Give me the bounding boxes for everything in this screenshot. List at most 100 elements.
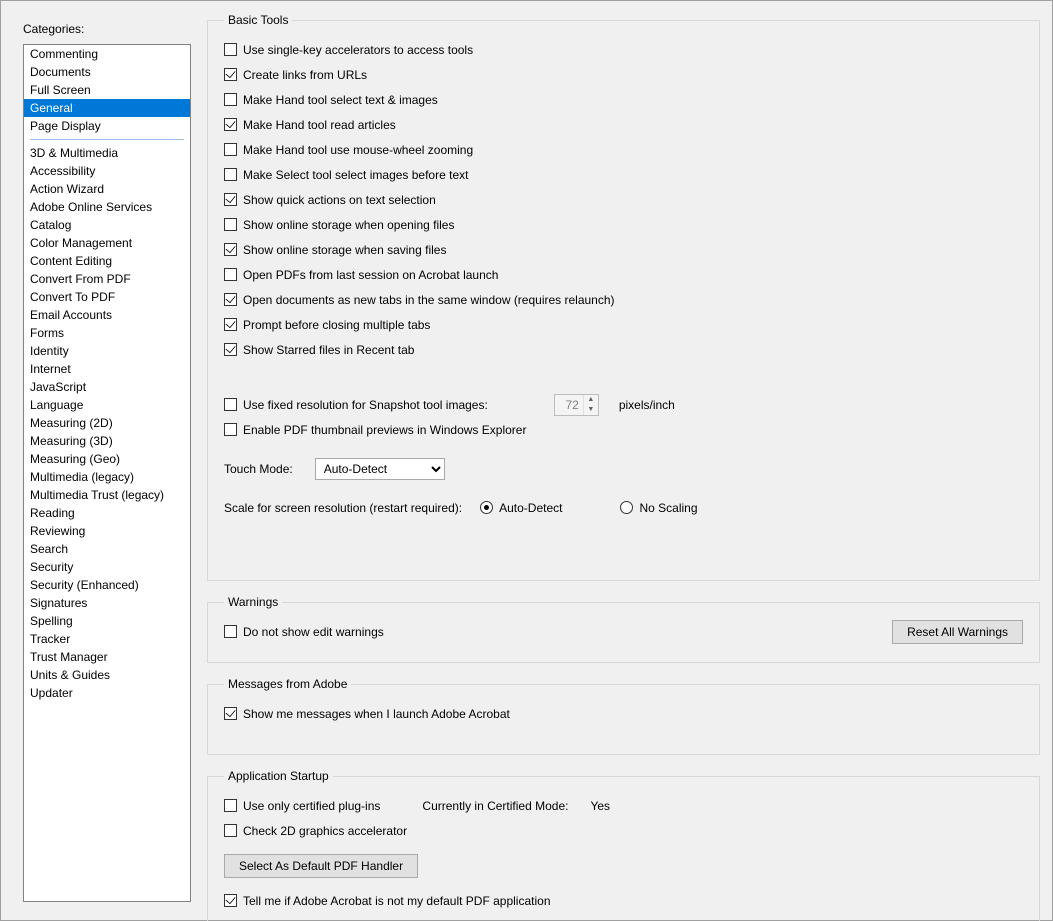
- category-item[interactable]: 3D & Multimedia: [24, 144, 190, 162]
- category-item[interactable]: Language: [24, 396, 190, 414]
- category-item[interactable]: Email Accounts: [24, 306, 190, 324]
- group-messages: Messages from Adobe Show me messages whe…: [207, 677, 1040, 755]
- category-item[interactable]: Reading: [24, 504, 190, 522]
- category-item[interactable]: Trust Manager: [24, 648, 190, 666]
- snapshot-unit-label: pixels/inch: [619, 398, 675, 412]
- category-item[interactable]: Security: [24, 558, 190, 576]
- single-key-label: Use single-key accelerators to access to…: [243, 43, 473, 57]
- category-item[interactable]: Measuring (Geo): [24, 450, 190, 468]
- spinner-down-icon[interactable]: ▼: [584, 405, 598, 415]
- tell-default-checkbox[interactable]: Tell me if Adobe Acrobat is not my defau…: [224, 894, 551, 908]
- prompt-close-checkbox[interactable]: Prompt before closing multiple tabs: [224, 318, 430, 332]
- quick-actions-checkbox[interactable]: Show quick actions on text selection: [224, 193, 436, 207]
- hide-edit-warnings-label: Do not show edit warnings: [243, 625, 384, 639]
- category-item[interactable]: Units & Guides: [24, 666, 190, 684]
- last-session-label: Open PDFs from last session on Acrobat l…: [243, 268, 498, 282]
- category-item[interactable]: Commenting: [24, 45, 190, 63]
- preferences-window: Categories: CommentingDocumentsFull Scre…: [0, 0, 1053, 921]
- links-urls-checkbox[interactable]: Create links from URLs: [224, 68, 367, 82]
- category-item[interactable]: Action Wizard: [24, 180, 190, 198]
- snapshot-resolution-checkbox[interactable]: Use fixed resolution for Snapshot tool i…: [224, 398, 488, 412]
- category-item[interactable]: Multimedia Trust (legacy): [24, 486, 190, 504]
- check-2d-accel-label: Check 2D graphics accelerator: [243, 824, 407, 838]
- select-img-label: Make Select tool select images before te…: [243, 168, 468, 182]
- category-item[interactable]: Page Display: [24, 117, 190, 135]
- legend-warnings: Warnings: [224, 595, 282, 609]
- show-messages-launch-label: Show me messages when I launch Adobe Acr…: [243, 707, 510, 721]
- group-warnings: Warnings Do not show edit warnings Reset…: [207, 595, 1040, 663]
- scale-auto-label: Auto-Detect: [499, 501, 562, 515]
- save-storage-label: Show online storage when saving files: [243, 243, 446, 257]
- scale-none-radio[interactable]: No Scaling: [620, 501, 697, 515]
- single-key-checkbox[interactable]: Use single-key accelerators to access to…: [224, 43, 473, 57]
- category-item[interactable]: Security (Enhanced): [24, 576, 190, 594]
- category-item[interactable]: Identity: [24, 342, 190, 360]
- category-item[interactable]: Accessibility: [24, 162, 190, 180]
- group-startup: Application Startup Use only certified p…: [207, 769, 1040, 921]
- open-storage-checkbox[interactable]: Show online storage when opening files: [224, 218, 454, 232]
- scale-auto-radio[interactable]: Auto-Detect: [480, 501, 562, 515]
- right-pane: Basic Tools Use single-key accelerators …: [207, 13, 1040, 908]
- category-item[interactable]: Spelling: [24, 612, 190, 630]
- snapshot-resolution-spinner[interactable]: ▲ ▼: [554, 394, 599, 416]
- scale-label: Scale for screen resolution (restart req…: [224, 501, 462, 515]
- certified-plugins-label: Use only certified plug-ins: [243, 799, 380, 813]
- category-item[interactable]: Documents: [24, 63, 190, 81]
- links-urls-label: Create links from URLs: [243, 68, 367, 82]
- categories-label: Categories:: [23, 22, 84, 36]
- legend-messages: Messages from Adobe: [224, 677, 351, 691]
- category-separator: [24, 135, 190, 144]
- category-item[interactable]: General: [24, 99, 190, 117]
- hand-articles-checkbox[interactable]: Make Hand tool read articles: [224, 118, 396, 132]
- category-item[interactable]: Full Screen: [24, 81, 190, 99]
- hand-wheel-checkbox[interactable]: Make Hand tool use mouse-wheel zooming: [224, 143, 473, 157]
- starred-label: Show Starred files in Recent tab: [243, 343, 414, 357]
- category-item[interactable]: Content Editing: [24, 252, 190, 270]
- touch-mode-combo[interactable]: Auto-DetectAlwaysNever: [315, 458, 445, 480]
- hand-articles-label: Make Hand tool read articles: [243, 118, 396, 132]
- category-item[interactable]: Color Management: [24, 234, 190, 252]
- legend-startup: Application Startup: [224, 769, 333, 783]
- snapshot-resolution-input[interactable]: [555, 395, 583, 415]
- category-item[interactable]: Adobe Online Services: [24, 198, 190, 216]
- certified-mode-label: Currently in Certified Mode:: [422, 799, 568, 813]
- show-messages-launch-checkbox[interactable]: Show me messages when I launch Adobe Acr…: [224, 707, 510, 721]
- hide-edit-warnings-checkbox[interactable]: Do not show edit warnings: [224, 625, 384, 639]
- spinner-up-icon[interactable]: ▲: [584, 395, 598, 405]
- certified-plugins-checkbox[interactable]: Use only certified plug-ins: [224, 799, 380, 813]
- category-item[interactable]: Internet: [24, 360, 190, 378]
- tabs-window-label: Open documents as new tabs in the same w…: [243, 293, 615, 307]
- category-item[interactable]: Signatures: [24, 594, 190, 612]
- category-item[interactable]: Multimedia (legacy): [24, 468, 190, 486]
- category-item[interactable]: Convert To PDF: [24, 288, 190, 306]
- thumb-preview-label: Enable PDF thumbnail previews in Windows…: [243, 423, 526, 437]
- categories-listbox[interactable]: CommentingDocumentsFull ScreenGeneralPag…: [23, 44, 191, 902]
- default-pdf-handler-button[interactable]: Select As Default PDF Handler: [224, 854, 418, 878]
- thumb-preview-checkbox[interactable]: Enable PDF thumbnail previews in Windows…: [224, 423, 526, 437]
- category-item[interactable]: Convert From PDF: [24, 270, 190, 288]
- hand-select-checkbox[interactable]: Make Hand tool select text & images: [224, 93, 438, 107]
- category-item[interactable]: JavaScript: [24, 378, 190, 396]
- hand-select-label: Make Hand tool select text & images: [243, 93, 438, 107]
- last-session-checkbox[interactable]: Open PDFs from last session on Acrobat l…: [224, 268, 498, 282]
- category-item[interactable]: Measuring (3D): [24, 432, 190, 450]
- group-basic-tools: Basic Tools Use single-key accelerators …: [207, 13, 1040, 581]
- quick-actions-label: Show quick actions on text selection: [243, 193, 436, 207]
- prompt-close-label: Prompt before closing multiple tabs: [243, 318, 430, 332]
- category-item[interactable]: Forms: [24, 324, 190, 342]
- category-item[interactable]: Updater: [24, 684, 190, 702]
- category-item[interactable]: Catalog: [24, 216, 190, 234]
- check-2d-accel-checkbox[interactable]: Check 2D graphics accelerator: [224, 824, 407, 838]
- starred-checkbox[interactable]: Show Starred files in Recent tab: [224, 343, 414, 357]
- select-img-checkbox[interactable]: Make Select tool select images before te…: [224, 168, 468, 182]
- save-storage-checkbox[interactable]: Show online storage when saving files: [224, 243, 446, 257]
- hand-wheel-label: Make Hand tool use mouse-wheel zooming: [243, 143, 473, 157]
- reset-warnings-button[interactable]: Reset All Warnings: [892, 620, 1023, 644]
- snapshot-resolution-label: Use fixed resolution for Snapshot tool i…: [243, 398, 488, 412]
- tabs-window-checkbox[interactable]: Open documents as new tabs in the same w…: [224, 293, 615, 307]
- category-item[interactable]: Search: [24, 540, 190, 558]
- category-item[interactable]: Measuring (2D): [24, 414, 190, 432]
- category-item[interactable]: Reviewing: [24, 522, 190, 540]
- category-item[interactable]: Tracker: [24, 630, 190, 648]
- open-storage-label: Show online storage when opening files: [243, 218, 454, 232]
